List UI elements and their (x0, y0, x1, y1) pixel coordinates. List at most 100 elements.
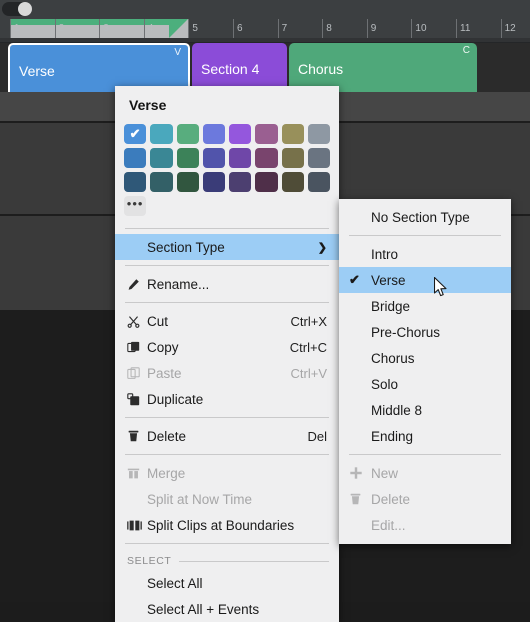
more-colors-button[interactable]: ••• (124, 196, 147, 216)
plus-icon (349, 466, 371, 480)
arranger-sections-lane[interactable]: Verse V Section 4 Chorus C (0, 43, 530, 92)
color-swatch[interactable] (255, 124, 278, 144)
menu-item-select-all-events[interactable]: Select All + Events (115, 596, 339, 622)
divider (349, 235, 501, 236)
ruler-tick: 1 (10, 19, 55, 38)
ruler-tick: 4 (143, 19, 189, 38)
menu-item-copy[interactable]: Copy Ctrl+C (115, 334, 339, 360)
menu-item-section-type[interactable]: Section Type ❯ (115, 234, 339, 260)
menu-item-delete[interactable]: Delete Del (115, 423, 339, 449)
submenu-item-label: New (371, 465, 399, 481)
menu-item-label: Merge (147, 465, 186, 481)
color-swatch[interactable] (307, 124, 330, 144)
submenu-item-label: Solo (371, 376, 399, 392)
ruler-tick: 11 (456, 19, 501, 38)
paste-icon (127, 366, 147, 380)
color-swatch[interactable] (255, 172, 278, 192)
submenu-item-label: Bridge (371, 298, 411, 314)
menu-item-cut[interactable]: Cut Ctrl+X (115, 308, 339, 334)
arranger-clip-section-badge: V (174, 47, 181, 58)
menu-item-duplicate[interactable]: Duplicate (115, 386, 339, 412)
submenu-item-middle-8[interactable]: Middle 8 (339, 397, 511, 423)
color-swatch[interactable] (307, 172, 330, 192)
scrollbar-thumb[interactable] (2, 2, 32, 16)
menu-item-split-at-now-time: Split at Now Time (115, 486, 339, 512)
divider (125, 228, 329, 229)
color-swatch[interactable] (150, 124, 173, 144)
color-palette[interactable]: ✔ ••• (115, 122, 339, 223)
context-menu-item-list: Section Type ❯ Rename... Cut Ctrl+X Copy Ctrl+… (115, 234, 339, 622)
pencil-icon (127, 278, 147, 291)
menu-item-select-all[interactable]: Select All (115, 570, 339, 596)
submenu-item-no-section-type[interactable]: No Section Type (339, 204, 511, 230)
submenu-item-label: Edit... (371, 517, 406, 533)
menu-item-shortcut: Del (307, 428, 327, 444)
menu-item-rename[interactable]: Rename... (115, 271, 339, 297)
arranger-clip[interactable]: Section 4 (192, 43, 287, 92)
menu-item-label: Delete (147, 428, 187, 444)
color-swatch[interactable] (229, 124, 252, 144)
ruler-tick: 12 (500, 19, 530, 38)
daw-arranger-window: 1 2 3 4 5 6 7 8 9 10 11 12 Verse V Section 4 Chorus C V… (0, 0, 530, 622)
submenu-item-verse[interactable]: ✔ Verse (339, 267, 511, 293)
horizontal-scrollbar[interactable] (0, 0, 530, 20)
color-swatch[interactable] (281, 124, 304, 144)
arranger-clip[interactable]: Verse V (8, 43, 190, 92)
copy-icon (127, 341, 147, 354)
section-type-submenu[interactable]: No Section Type Intro ✔ Verse Bridge Pre-Chor… (339, 199, 511, 544)
color-swatch[interactable] (202, 172, 225, 192)
ruler-tick: 5 (188, 19, 233, 38)
submenu-item-ending[interactable]: Ending (339, 423, 511, 449)
menu-item-split-clips-at-bounds[interactable]: Split Clips at Boundaries (115, 512, 339, 538)
color-swatch[interactable] (229, 172, 252, 192)
divider (125, 265, 329, 266)
submenu-item-bridge[interactable]: Bridge (339, 293, 511, 319)
menu-item-label: Paste (147, 365, 182, 381)
divider (125, 417, 329, 418)
color-swatch[interactable] (150, 172, 173, 192)
color-swatch[interactable] (176, 172, 199, 192)
clip-context-menu[interactable]: Verse ✔ ••• Section Type ❯ Rename... Cut Ctrl… (115, 86, 339, 622)
ruler-tick: 3 (99, 19, 144, 38)
submenu-item-label: Middle 8 (371, 402, 423, 418)
arranger-clip-name: Chorus (298, 61, 344, 77)
submenu-item-intro[interactable]: Intro (339, 241, 511, 267)
arranger-clip[interactable]: Chorus C (289, 43, 477, 92)
submenu-item-label: Verse (371, 272, 406, 288)
color-swatch[interactable] (202, 148, 225, 168)
color-swatch[interactable] (281, 148, 304, 168)
menu-item-label: Split at Now Time (147, 491, 253, 507)
color-swatch[interactable] (124, 148, 147, 168)
trash-icon (349, 492, 371, 506)
menu-item-label: Cut (147, 313, 169, 329)
submenu-item-solo[interactable]: Solo (339, 371, 511, 397)
color-swatch[interactable] (202, 124, 225, 144)
divider (125, 302, 329, 303)
color-swatch[interactable] (229, 148, 252, 168)
color-swatch[interactable] (176, 124, 199, 144)
ruler-tick: 10 (411, 19, 456, 38)
context-menu-title: Verse (129, 97, 167, 113)
menu-item-label: Select All + Events (147, 601, 260, 617)
submenu-item-chorus[interactable]: Chorus (339, 345, 511, 371)
select-group-label: SELECT (127, 555, 172, 567)
submenu-item-list: No Section Type Intro ✔ Verse Bridge Pre-Chor… (339, 199, 511, 544)
ruler-tick: 8 (322, 19, 367, 38)
divider (125, 454, 329, 455)
color-swatch[interactable] (124, 172, 147, 192)
color-swatch[interactable] (307, 148, 330, 168)
menu-item-shortcut: Ctrl+V (290, 365, 327, 381)
color-swatch[interactable] (281, 172, 304, 192)
color-swatch[interactable] (150, 148, 173, 168)
menu-item-label: Duplicate (147, 391, 204, 407)
submenu-item-pre-chorus[interactable]: Pre-Chorus (339, 319, 511, 345)
color-swatch[interactable] (255, 148, 278, 168)
divider (179, 560, 329, 562)
color-swatch[interactable] (176, 148, 199, 168)
check-icon: ✔ (129, 126, 141, 141)
ruler-tick: 9 (366, 19, 412, 38)
timeline-ruler[interactable]: 1 2 3 4 5 6 7 8 9 10 11 12 (0, 19, 530, 39)
ruler-tick: 7 (277, 19, 323, 38)
menu-item-label: Split Clips at Boundaries (147, 517, 295, 533)
color-swatch[interactable]: ✔ (124, 124, 147, 144)
